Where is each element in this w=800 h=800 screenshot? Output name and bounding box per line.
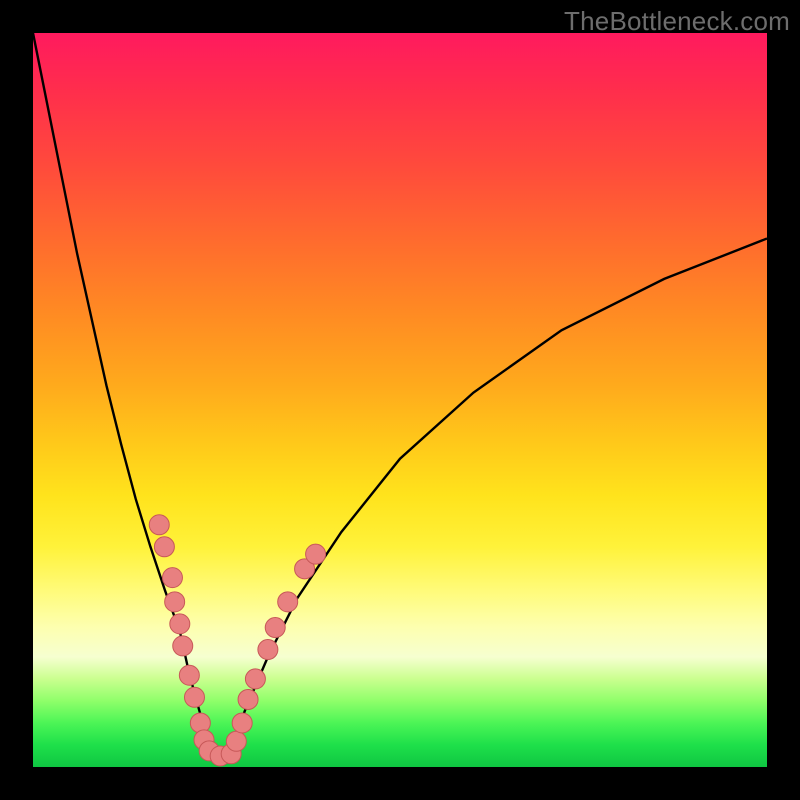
marker-dot — [184, 687, 204, 707]
marker-dot — [149, 515, 169, 535]
chart-svg — [33, 33, 767, 767]
marker-dot — [258, 640, 278, 660]
marker-dot — [232, 713, 252, 733]
marker-dot — [170, 614, 190, 634]
marker-dot — [238, 689, 258, 709]
bottleneck-curve — [33, 33, 767, 758]
watermark-text: TheBottleneck.com — [564, 6, 790, 37]
marker-dot — [265, 618, 285, 638]
curve-markers — [149, 515, 325, 766]
marker-dot — [154, 537, 174, 557]
marker-dot — [162, 568, 182, 588]
marker-dot — [278, 592, 298, 612]
curve-line — [33, 33, 767, 758]
marker-dot — [179, 665, 199, 685]
marker-dot — [226, 731, 246, 751]
plot-area — [33, 33, 767, 767]
marker-dot — [306, 544, 326, 564]
chart-frame: TheBottleneck.com — [0, 0, 800, 800]
marker-dot — [165, 592, 185, 612]
marker-dot — [245, 669, 265, 689]
marker-dot — [173, 636, 193, 656]
